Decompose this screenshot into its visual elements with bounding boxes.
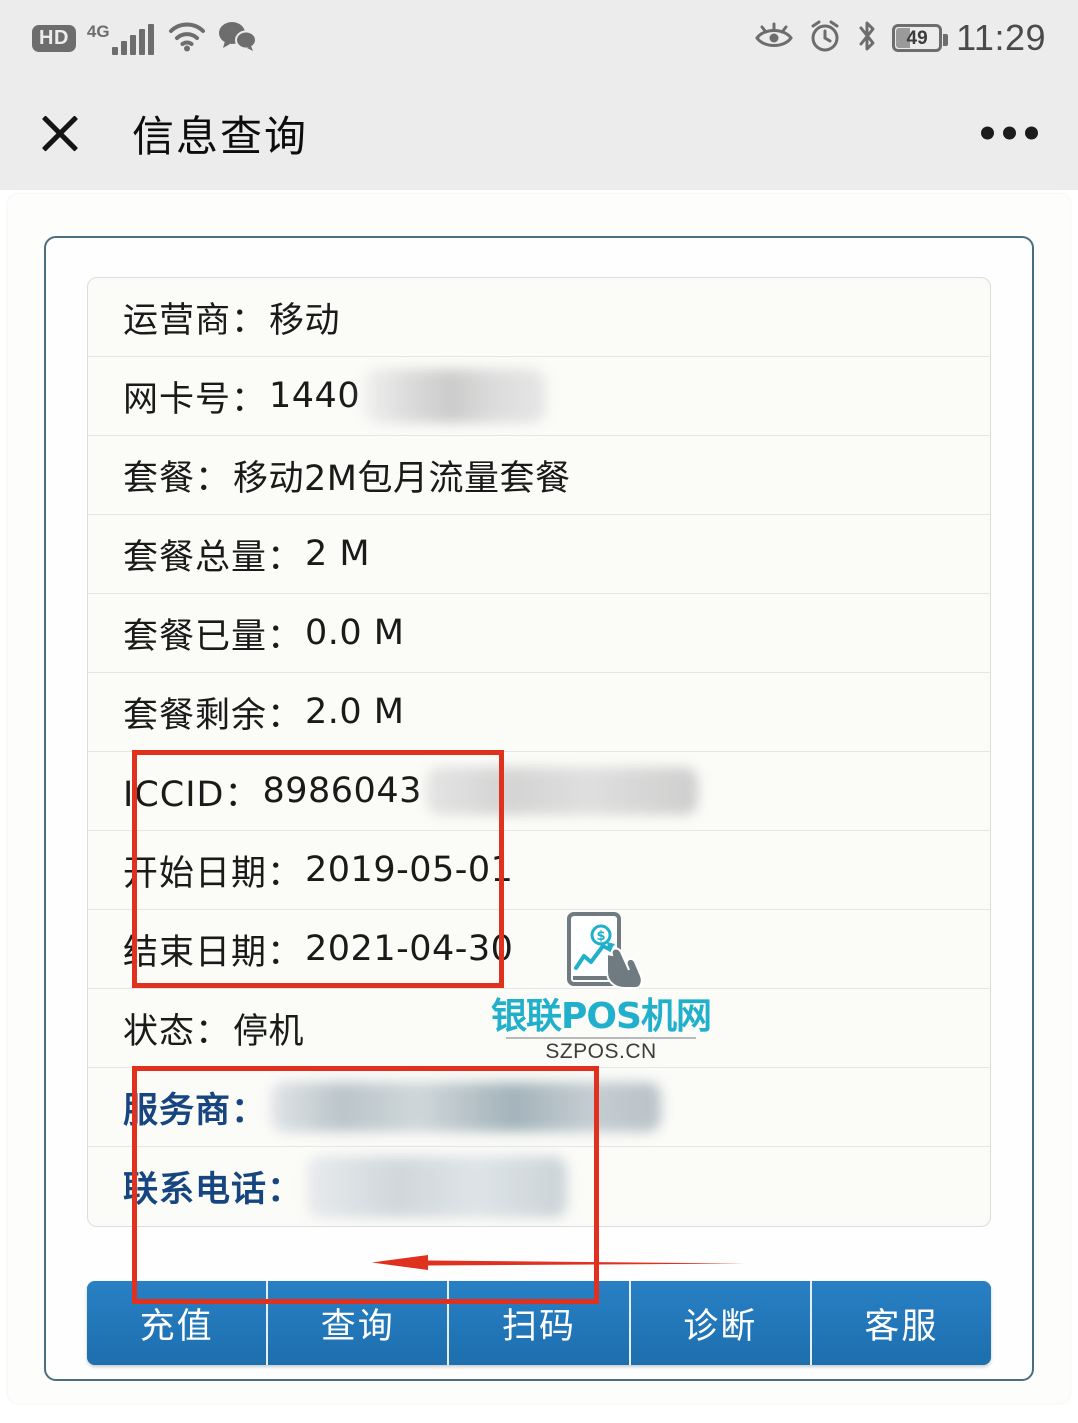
network-type-label: 4G bbox=[86, 21, 110, 41]
page-header: 信息查询 bbox=[0, 76, 1078, 190]
row-label: 套餐总量： bbox=[123, 537, 304, 578]
signal-bars-icon: 4G bbox=[87, 22, 157, 55]
alarm-clock-icon bbox=[808, 19, 842, 58]
eye-care-icon bbox=[754, 21, 794, 56]
list-item: 运营商： 移动 bbox=[88, 278, 990, 357]
list-item-status: 状态： 停机 bbox=[88, 989, 990, 1068]
close-icon[interactable] bbox=[34, 108, 84, 158]
list-item: 结束日期： 2021-04-30 bbox=[88, 910, 990, 989]
row-value: 8986043 bbox=[262, 771, 422, 811]
row-label: 套餐已量： bbox=[123, 616, 304, 657]
row-value: 2.0 M bbox=[305, 692, 405, 732]
list-item-contact-phone[interactable]: 联系电话： bbox=[88, 1147, 990, 1226]
wifi-icon bbox=[168, 20, 206, 57]
info-card: 运营商： 移动 网卡号： 1440 套餐： 移动2M包月流量套餐 套餐总量： 2… bbox=[8, 194, 1070, 1403]
hd-icon: HD bbox=[32, 24, 76, 52]
redacted-value bbox=[307, 1155, 568, 1218]
row-label: 套餐： bbox=[123, 458, 232, 499]
list-item-service-provider[interactable]: 服务商： bbox=[88, 1068, 990, 1147]
redacted-value bbox=[364, 369, 547, 423]
list-item: 网卡号： 1440 bbox=[88, 357, 990, 436]
customer-service-button[interactable]: 客服 bbox=[811, 1281, 991, 1365]
row-label: 服务商： bbox=[123, 1090, 268, 1131]
red-arrow-pointing-to-status bbox=[368, 1248, 746, 1278]
row-label: 套餐剩余： bbox=[123, 695, 304, 736]
status-badge: 停机 bbox=[233, 1011, 305, 1052]
bluetooth-icon bbox=[856, 19, 878, 58]
list-item: 套餐剩余： 2.0 M bbox=[88, 673, 990, 752]
row-value: 移动 bbox=[269, 300, 341, 341]
info-list: 运营商： 移动 网卡号： 1440 套餐： 移动2M包月流量套餐 套餐总量： 2… bbox=[87, 277, 991, 1227]
battery-icon: 49 bbox=[892, 24, 949, 52]
wechat-icon bbox=[217, 20, 257, 57]
row-label: 网卡号： bbox=[123, 379, 268, 420]
redacted-value bbox=[271, 1082, 662, 1132]
info-frame: 运营商： 移动 网卡号： 1440 套餐： 移动2M包月流量套餐 套餐总量： 2… bbox=[44, 236, 1034, 1381]
status-bar-right: 49 11:29 bbox=[740, 17, 1046, 59]
clock-time: 11:29 bbox=[956, 17, 1046, 58]
signal-strength-bars bbox=[111, 23, 157, 55]
row-value: 2 M bbox=[305, 534, 371, 574]
row-value: 2021-04-30 bbox=[305, 929, 514, 969]
row-value: 1440 bbox=[269, 376, 361, 416]
list-item: ICCID： 8986043 bbox=[88, 752, 990, 831]
row-label: 状态： bbox=[123, 1011, 232, 1052]
redacted-value bbox=[425, 767, 698, 815]
more-options-icon[interactable] bbox=[972, 126, 1038, 140]
page-body: 运营商： 移动 网卡号： 1440 套餐： 移动2M包月流量套餐 套餐总量： 2… bbox=[0, 190, 1078, 1423]
diagnose-button[interactable]: 诊断 bbox=[630, 1281, 812, 1365]
list-item: 套餐： 移动2M包月流量套餐 bbox=[88, 436, 990, 515]
list-item: 套餐总量： 2 M bbox=[88, 515, 990, 594]
recharge-button[interactable]: 充值 bbox=[87, 1281, 269, 1365]
row-label: 联系电话： bbox=[123, 1170, 304, 1210]
query-button[interactable]: 查询 bbox=[268, 1281, 450, 1365]
scan-code-button[interactable]: 扫码 bbox=[449, 1281, 631, 1365]
list-item: 套餐已量： 0.0 M bbox=[88, 594, 990, 673]
status-bar: HD 4G 49 11:29 bbox=[0, 0, 1078, 76]
row-value: 移动2M包月流量套餐 bbox=[233, 458, 571, 499]
row-label: 运营商： bbox=[123, 300, 268, 341]
battery-level-label: 49 bbox=[906, 27, 928, 49]
row-label: 结束日期： bbox=[123, 932, 304, 973]
row-label: 开始日期： bbox=[123, 853, 304, 894]
status-bar-left: HD 4G bbox=[32, 20, 268, 57]
list-item: 开始日期： 2019-05-01 bbox=[88, 831, 990, 910]
action-button-bar: 充值 查询 扫码 诊断 客服 bbox=[87, 1281, 991, 1365]
page-title: 信息查询 bbox=[132, 111, 309, 161]
row-value: 2019-05-01 bbox=[305, 850, 514, 890]
row-value: 0.0 M bbox=[305, 613, 405, 653]
row-label: ICCID： bbox=[123, 774, 261, 815]
